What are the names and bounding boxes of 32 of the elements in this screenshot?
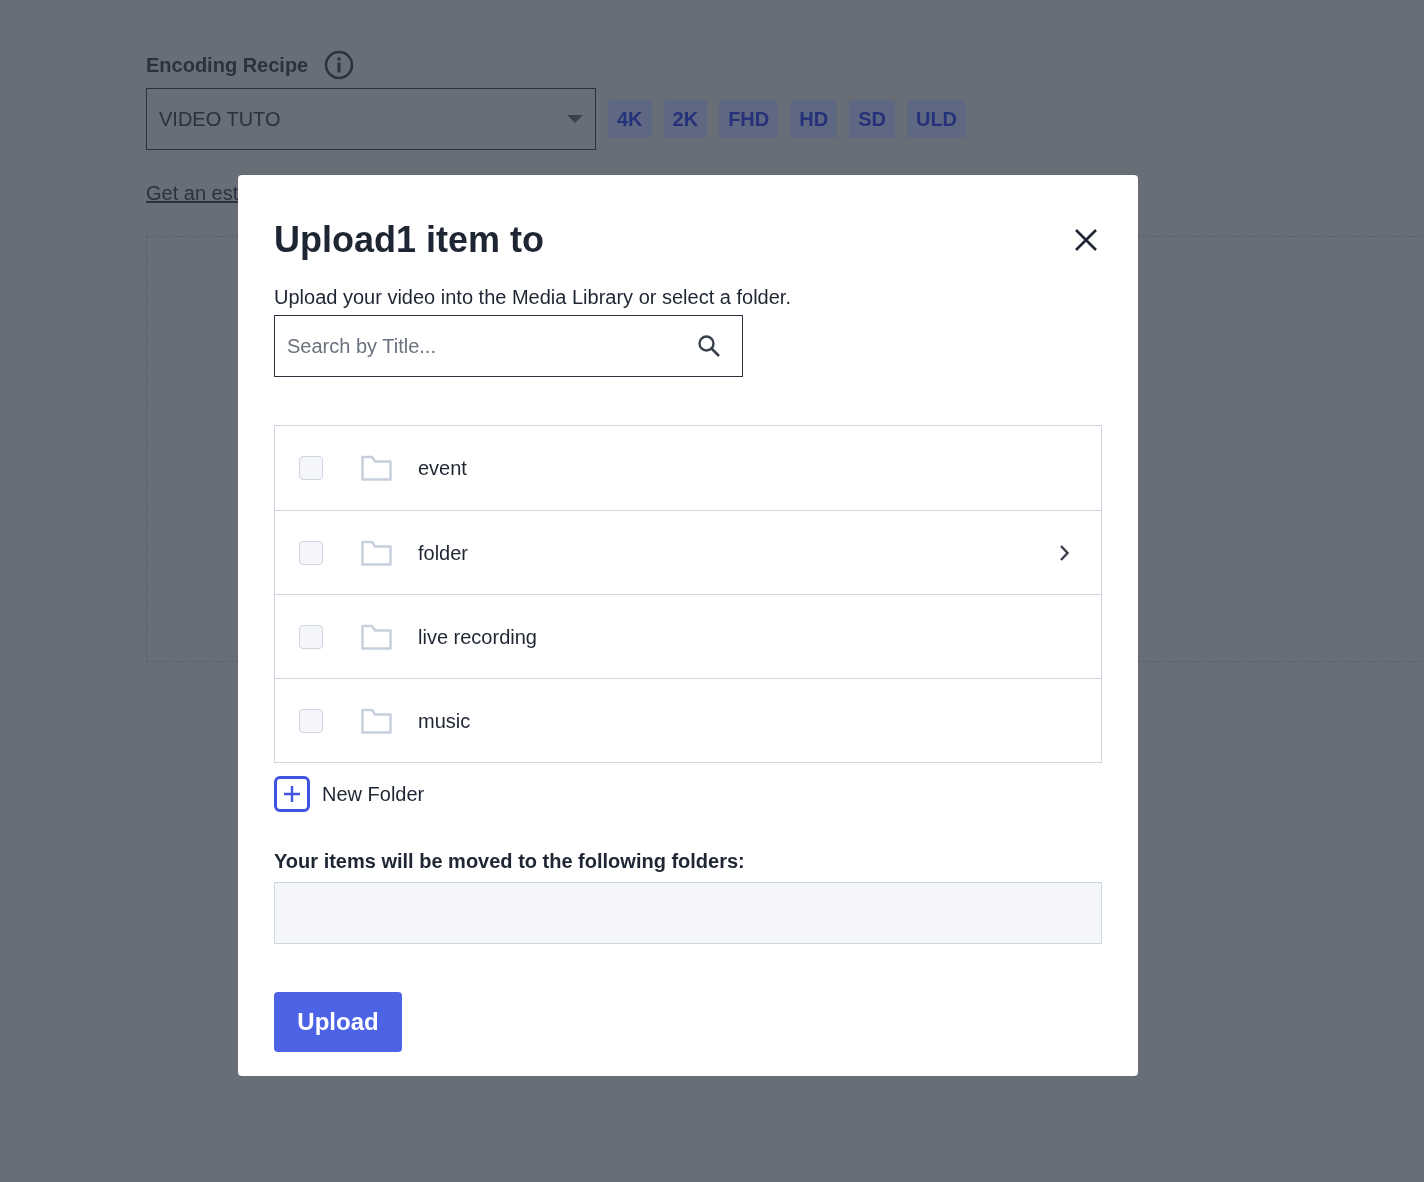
plus-icon — [284, 786, 300, 802]
folder-icon — [361, 539, 392, 566]
folder-name[interactable]: event — [418, 453, 1069, 483]
quality-tag: SD — [849, 100, 895, 138]
new-folder-label[interactable]: New Folder — [322, 779, 425, 809]
search-field[interactable]: Search by Title... — [274, 315, 743, 377]
quality-tag: 4K — [608, 100, 652, 138]
folder-name[interactable]: music — [418, 705, 1069, 736]
quality-tag: HD — [790, 100, 838, 138]
checkbox[interactable] — [299, 624, 323, 649]
dialog-title: Upload1 item to — [274, 218, 545, 262]
new-folder-button[interactable] — [274, 776, 310, 812]
dialog-subtitle: Upload your video into the Media Library or select a folder. — [274, 285, 792, 310]
quality-tag: ULD — [906, 100, 967, 138]
checkbox[interactable] — [299, 456, 323, 480]
caret-icon — [567, 114, 583, 124]
folder-name[interactable]: live recording — [418, 621, 1069, 652]
quality-tag: 2K — [663, 100, 708, 138]
info-icon — [324, 50, 355, 80]
folder-icon — [361, 455, 392, 481]
checkbox[interactable] — [299, 708, 323, 733]
quality-tag: FHD — [719, 100, 779, 138]
folder-icon — [361, 623, 392, 650]
checkbox[interactable] — [299, 540, 323, 565]
folder-icon — [361, 707, 392, 734]
folder-name[interactable]: folder — [418, 537, 1059, 568]
field-label: Encoding Recipe — [146, 53, 309, 78]
chevron-right-icon[interactable] — [1059, 544, 1069, 561]
close-icon — [1074, 228, 1098, 252]
search-icon — [697, 334, 721, 358]
destination-label: Your items will be moved to the following folders: — [274, 849, 746, 874]
upload-button[interactable]: Upload — [274, 992, 402, 1052]
